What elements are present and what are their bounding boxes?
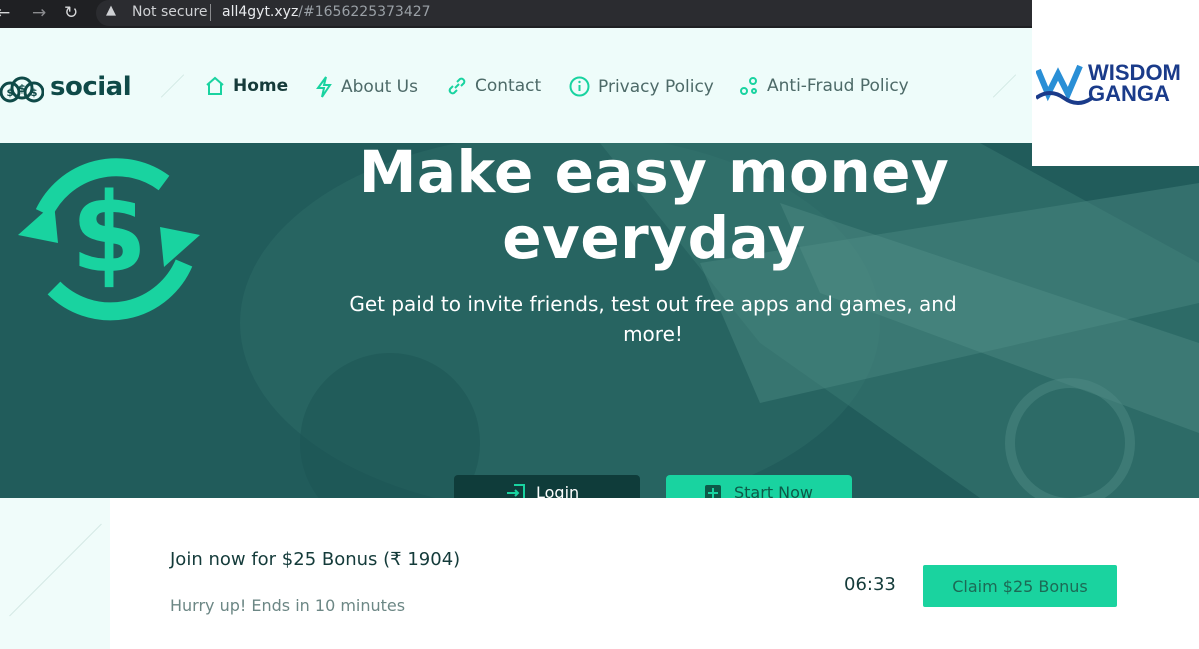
link-icon [447,76,467,96]
nav-label: Contact [475,76,542,96]
bonus-subtitle: Hurry up! Ends in 10 minutes [170,596,406,615]
svg-text:$: $ [7,88,14,99]
home-icon [205,76,225,96]
lightning-icon [315,76,333,98]
nav-about-us[interactable]: About Us [315,76,418,98]
reload-icon[interactable]: ↻ [64,3,78,23]
claim-bonus-button[interactable]: Claim $25 Bonus [923,565,1117,607]
site-logo[interactable]: social [50,72,132,102]
nav-label: Home [233,76,289,96]
money-bags-icon[interactable]: $ $ $ [0,68,45,116]
nav-label: About Us [341,77,418,97]
nav-home[interactable]: Home [205,76,288,96]
hero-banner: $ Make easy money everyday Get paid to i… [0,143,1199,498]
wisdom-ganga-text: WISDOM GANGA [1088,60,1181,106]
nav-contact[interactable]: Contact [447,76,541,96]
hero-title: Make easy money everyday [358,143,950,272]
nav-privacy-policy[interactable]: Privacy Policy [569,76,714,97]
browser-toolbar: ← → ↻ ▲ Not secure all4gyt.xyz/#16562253… [0,0,1032,28]
back-arrow-icon[interactable]: ← [0,3,10,23]
wisdom-ganga-line1: WISDOM [1088,60,1181,85]
nav-label: Privacy Policy [598,76,714,97]
url-path: /#1656225373427 [298,4,431,20]
security-status[interactable]: Not secure [132,4,208,20]
nav-anti-fraud-policy[interactable]: Anti-Fraud Policy [739,76,909,96]
hero-subtitle: Get paid to invite friends, test out fre… [349,292,957,346]
svg-text:$: $ [18,82,26,95]
wisdom-ganga-logo: WISDOM GANGA [1032,0,1199,166]
wisdom-ganga-line2: GANGA [1088,81,1170,106]
divider [992,74,1017,98]
bonus-title: Join now for $25 Bonus (₹ 1904) [170,549,461,570]
bonus-card: Join now for $25 Bonus (₹ 1904) Hurry up… [110,498,1199,649]
info-icon [569,76,590,97]
forward-arrow-icon[interactable]: → [32,3,46,23]
divider [210,4,211,21]
dollar-refresh-icon: $ [14,143,204,332]
url-domain: all4gyt.xyz [222,4,299,20]
address-bar[interactable]: ▲ Not secure all4gyt.xyz/#1656225373427 [96,0,1032,26]
svg-text:$: $ [31,88,38,99]
svg-text:$: $ [71,169,148,297]
warning-icon[interactable]: ▲ [106,3,116,18]
countdown-timer: 06:33 [844,574,896,595]
nodes-icon [739,76,759,96]
nav-label: Anti-Fraud Policy [767,76,909,96]
wave-logo-icon [1034,60,1094,110]
divider [160,74,185,98]
url-text[interactable]: all4gyt.xyz/#1656225373427 [222,4,431,20]
decorative-line [9,523,102,617]
site-header: $ $ $ social Home About Us Contact Priva… [0,28,1032,143]
